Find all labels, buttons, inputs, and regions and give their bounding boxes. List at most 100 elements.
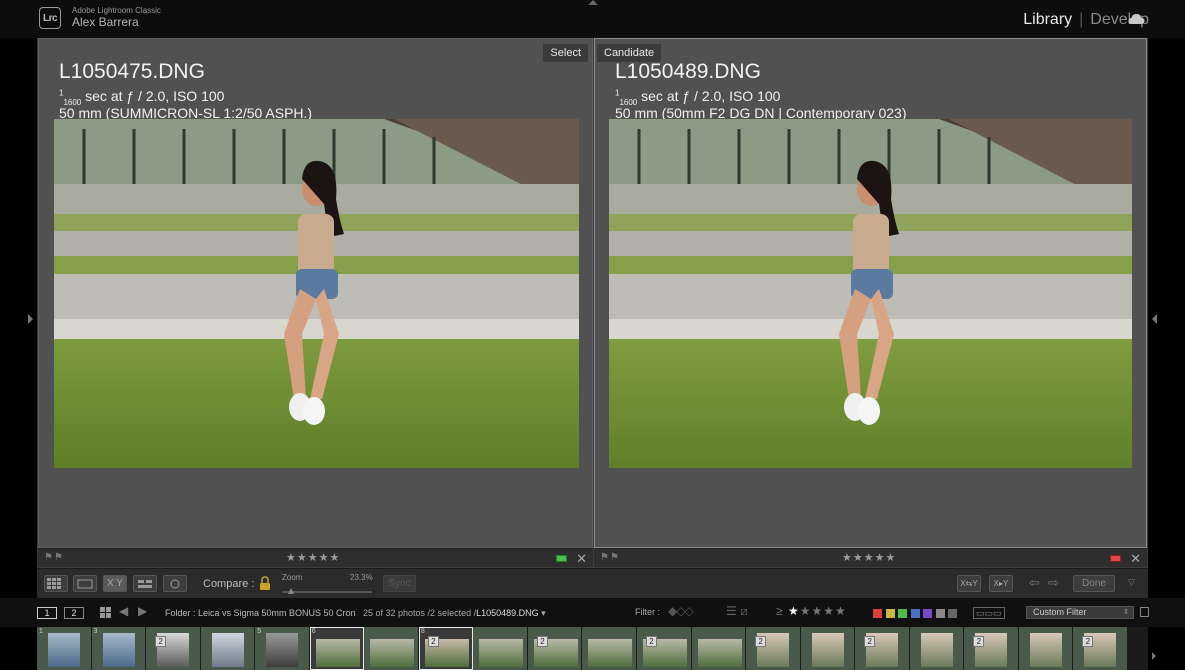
color-filter-chip[interactable] (885, 609, 895, 618)
filmstrip-cell[interactable] (473, 627, 528, 670)
lock-icon[interactable] (259, 576, 271, 591)
candidate-photo[interactable] (609, 119, 1132, 468)
filmstrip-thumbnail[interactable] (811, 633, 844, 667)
select-photo[interactable] (54, 119, 579, 468)
color-filter-chip[interactable] (873, 609, 882, 618)
photo-count[interactable]: 25 of 32 photos /2 selected /L1050489.DN… (363, 608, 546, 619)
rating-filter-star[interactable]: ★ (811, 604, 823, 618)
filmstrip-cell[interactable] (364, 627, 419, 670)
filmstrip-cell[interactable]: 2 (637, 627, 692, 670)
folder-breadcrumb[interactable]: Folder : Leica vs Sigma 50mm BONUS 50 Cr… (165, 608, 356, 618)
toolbar-menu-chevron-icon[interactable]: ▽ (1128, 577, 1135, 588)
forward-arrow-icon[interactable]: ▶ (138, 604, 147, 618)
left-panel-toggle-icon[interactable] (28, 314, 33, 324)
filmstrip-cell[interactable] (800, 627, 856, 670)
stack-badge[interactable]: 2 (155, 636, 167, 647)
filmstrip-thumbnail[interactable] (102, 633, 135, 667)
filmstrip-thumbnail[interactable] (315, 639, 360, 667)
make-select-button[interactable]: X▸Y (989, 575, 1013, 592)
filmstrip-cell[interactable]: 2 (527, 627, 583, 670)
right-panel-toggle-icon[interactable] (1152, 314, 1157, 324)
flag-icon[interactable]: ⚑⚑ (600, 552, 620, 563)
compare-view-button[interactable]: X Y (103, 575, 127, 592)
color-filter-chip[interactable] (910, 609, 920, 618)
filmstrip-thumbnail[interactable] (588, 639, 633, 667)
cloud-icon[interactable] (1128, 13, 1145, 25)
filmstrip-thumbnail[interactable] (920, 633, 953, 667)
filmstrip-thumbnail[interactable] (1029, 633, 1062, 667)
loupe-view-button[interactable] (73, 575, 97, 592)
color-filter-chip[interactable] (923, 609, 932, 618)
rating-filter-star[interactable]: ★ (788, 604, 800, 618)
stack-badge[interactable]: 2 (427, 636, 439, 647)
filmstrip-cell[interactable]: 82 (418, 627, 474, 670)
filmstrip-cell[interactable] (200, 627, 256, 670)
close-icon[interactable]: ✕ (576, 551, 587, 567)
survey-view-button[interactable] (133, 575, 157, 592)
select-pane[interactable]: Select L1050475.DNG 11600 sec at ƒ / 2.0… (38, 38, 593, 548)
filmstrip-thumbnail[interactable] (266, 633, 299, 667)
rating-operator[interactable]: ≥ (776, 604, 784, 618)
select-color-label[interactable] (556, 555, 567, 562)
swap-button[interactable]: X⇆Y (957, 575, 981, 592)
filmstrip-cell[interactable]: 5 (255, 627, 310, 670)
candidate-color-label[interactable] (1110, 555, 1121, 562)
flag-filter-icon[interactable]: ◆◇◇ (668, 604, 694, 618)
rating-filter[interactable]: ≥ ★★★★★ (776, 604, 847, 618)
filmstrip-thumbnail[interactable] (48, 633, 80, 667)
edit-filter-icon[interactable]: ☰ ⧄ (726, 604, 748, 619)
previous-arrow-icon[interactable]: ⇦ (1029, 575, 1040, 591)
grid-view-button[interactable] (44, 575, 68, 592)
next-arrow-icon[interactable]: ⇨ (1048, 575, 1059, 591)
stack-badge[interactable]: 2 (1082, 636, 1094, 647)
filmstrip-thumbnail[interactable] (370, 639, 415, 667)
filmstrip-thumbnail[interactable] (211, 633, 244, 667)
user-name[interactable]: Alex Barrera (72, 15, 139, 29)
top-panel-toggle-icon[interactable] (588, 0, 598, 5)
stack-badge[interactable]: 2 (536, 636, 548, 647)
filmstrip-cell[interactable]: 1 (37, 627, 92, 670)
zoom-slider-thumb[interactable] (288, 588, 294, 594)
rating-filter-star[interactable]: ★ (800, 604, 812, 618)
stack-badge[interactable]: 2 (973, 636, 985, 647)
custom-filter-dropdown[interactable]: Custom Filter ⇕ (1026, 606, 1134, 619)
filmstrip-cell[interactable]: 6 (309, 627, 365, 670)
color-filter-chip[interactable] (935, 609, 945, 618)
people-view-button[interactable] (163, 575, 187, 592)
grid-icon[interactable] (100, 607, 111, 618)
stack-badge[interactable]: 2 (864, 636, 876, 647)
filmstrip-cell[interactable] (582, 627, 638, 670)
rating-filter-star[interactable]: ★ (835, 604, 847, 618)
secondary-window-button[interactable]: 2 (64, 607, 84, 619)
candidate-pane[interactable]: Candidate L1050489.DNG 11600 sec at ƒ / … (594, 38, 1147, 548)
filmstrip-cell[interactable]: 2 (146, 627, 201, 670)
filmstrip-cell[interactable] (691, 627, 747, 670)
filmstrip-thumbnail[interactable] (697, 639, 742, 667)
color-filter-chip[interactable] (948, 609, 957, 618)
stack-badge[interactable]: 2 (755, 636, 767, 647)
module-library[interactable]: Library (1023, 11, 1072, 29)
main-window-button[interactable]: 1 (37, 607, 57, 619)
rating-filter-star[interactable]: ★ (823, 604, 835, 618)
filmstrip-cell[interactable]: 3 (91, 627, 147, 670)
filmstrip-cell[interactable]: 2 (964, 627, 1019, 670)
filmstrip-cell[interactable] (909, 627, 965, 670)
zoom-slider[interactable] (282, 591, 372, 593)
stack-badge[interactable]: 2 (646, 636, 658, 647)
filmstrip-cell[interactable]: 2 (746, 627, 801, 670)
select-rating-stars[interactable]: ★★★★★ (286, 551, 340, 564)
rating-filter-stars[interactable]: ★★★★★ (788, 604, 847, 618)
close-icon[interactable]: ✕ (1130, 551, 1141, 567)
filmstrip-cell[interactable] (1018, 627, 1074, 670)
filmstrip-scroll-icon[interactable] (1152, 652, 1156, 660)
color-filter-chip[interactable] (898, 609, 907, 618)
sync-button[interactable]: Sync (383, 575, 416, 592)
back-arrow-icon[interactable]: ◀ (119, 604, 128, 618)
done-button[interactable]: Done (1073, 575, 1115, 592)
candidate-rating-stars[interactable]: ★★★★★ (842, 551, 896, 564)
kind-filter-icon[interactable]: ▭▭▭ (973, 607, 1005, 619)
filmstrip-cell[interactable]: 2 (1073, 627, 1128, 670)
filter-lock-icon[interactable] (1140, 607, 1149, 617)
flag-icon[interactable]: ⚑⚑ (44, 552, 64, 563)
filmstrip-cell[interactable]: 2 (855, 627, 910, 670)
